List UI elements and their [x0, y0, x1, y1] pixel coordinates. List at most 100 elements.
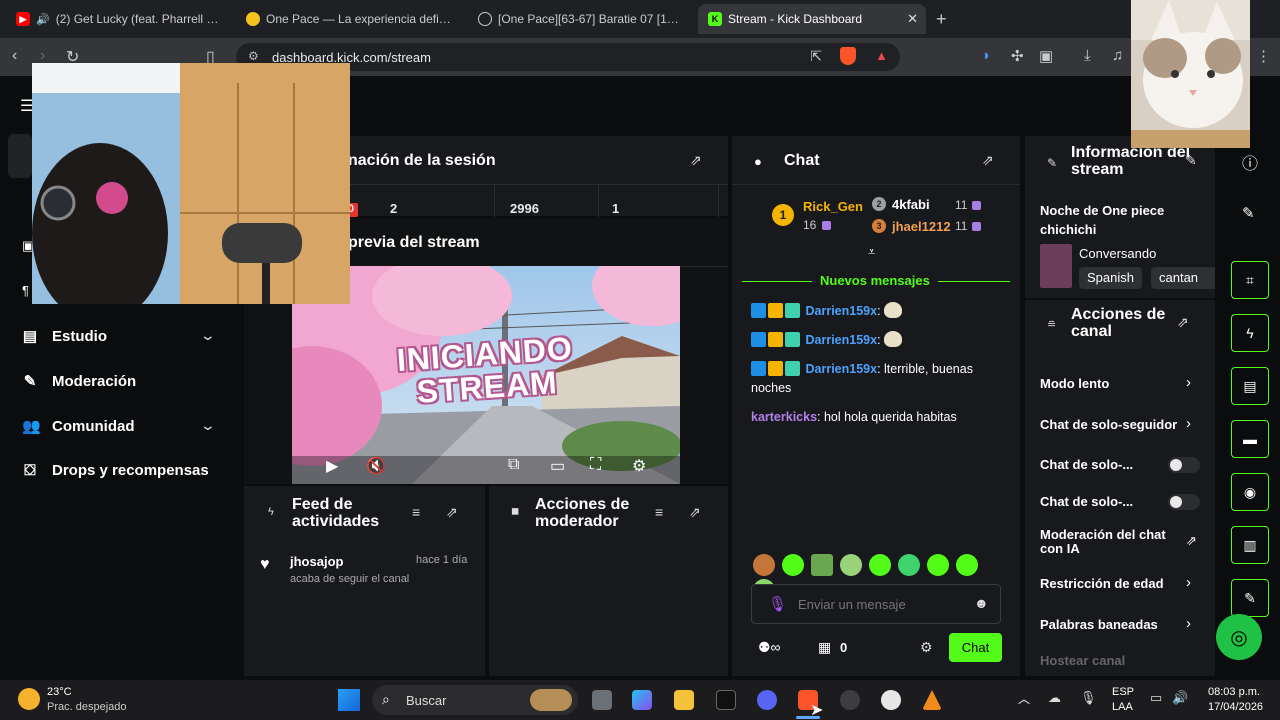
- action-row-host-channel[interactable]: Hostear canal: [1040, 653, 1200, 668]
- language-code[interactable]: ESP: [1112, 686, 1134, 698]
- tab-one-pace[interactable]: One Pace — La experiencia definitiva: [236, 4, 462, 34]
- sidebar-item-drops[interactable]: ⛋ Drops y recompensas: [22, 462, 208, 479]
- tag-chip[interactable]: cantan: [1151, 267, 1215, 289]
- tab-baratie[interactable]: [One Pace][63-67] Baratie 07 [1080p]: [468, 4, 694, 34]
- chat-username[interactable]: Darrien159x: [805, 304, 877, 318]
- media-icon[interactable]: ♫: [1112, 47, 1123, 64]
- collapse-icon[interactable]: ⩡: [868, 244, 875, 260]
- send-chat-button[interactable]: Chat: [949, 633, 1002, 662]
- tag-chip[interactable]: Spanish: [1079, 267, 1142, 289]
- new-tab-icon[interactable]: +: [936, 9, 947, 30]
- chat-message-input[interactable]: [798, 595, 968, 613]
- microphone-icon[interactable]: 🎙: [768, 595, 787, 613]
- action-row-slow-mode[interactable]: Modo lento: [1040, 376, 1200, 391]
- chat-only-toggle[interactable]: [1168, 457, 1200, 473]
- chevron-right-icon[interactable]: ›: [1186, 415, 1191, 432]
- rail-capture-button[interactable]: ⌗: [1231, 261, 1269, 299]
- emote-icon[interactable]: [840, 554, 862, 576]
- chevron-right-icon[interactable]: ›: [1186, 374, 1191, 391]
- rail-chat-button[interactable]: ▬: [1231, 420, 1269, 458]
- emote-icon[interactable]: [782, 554, 804, 576]
- edit-icon[interactable]: ✎: [1185, 152, 1197, 169]
- sidebar-icon[interactable]: ▣: [1039, 47, 1053, 65]
- feed-user[interactable]: jhosajop: [290, 554, 343, 569]
- tray-overflow-icon[interactable]: ︿: [1018, 690, 1030, 707]
- action-row-banned-words[interactable]: Palabras baneadas: [1040, 617, 1200, 632]
- pencil-icon[interactable]: ✎: [1242, 204, 1255, 222]
- network-icon[interactable]: ▭: [1150, 690, 1162, 706]
- support-chat-button[interactable]: ◎: [1216, 614, 1262, 660]
- filter-icon[interactable]: ≡: [655, 504, 663, 520]
- action-row-followers-only[interactable]: Chat de solo-seguidor: [1040, 417, 1180, 432]
- emote-icon[interactable]: [869, 554, 891, 576]
- emote-icon[interactable]: [753, 554, 775, 576]
- sidebar-item-comunidad[interactable]: 👥 Comunidad: [22, 417, 135, 436]
- menu-icon[interactable]: ⋮: [1256, 47, 1271, 65]
- popout-icon[interactable]: ⇗: [446, 504, 458, 521]
- chevron-down-icon[interactable]: ⌄: [200, 417, 216, 434]
- filter-icon[interactable]: ≡: [412, 504, 420, 520]
- sidebar-icon-partial[interactable]: ¶: [22, 283, 29, 298]
- copilot-icon[interactable]: [632, 690, 652, 710]
- emote-icon[interactable]: [811, 554, 833, 576]
- leader-name[interactable]: jhael1212: [892, 219, 951, 234]
- chevron-right-icon[interactable]: ›: [1186, 574, 1191, 591]
- chat-only-toggle[interactable]: [1168, 494, 1200, 510]
- brave-shield-icon[interactable]: [840, 47, 856, 65]
- rail-lightning-button[interactable]: ϟ: [1231, 314, 1269, 352]
- obs-icon[interactable]: [881, 690, 901, 710]
- popout-icon[interactable]: ⇗: [1177, 314, 1189, 331]
- leader-name[interactable]: 4kfabi: [892, 197, 930, 212]
- brave-rewards-icon[interactable]: ▲: [875, 48, 888, 63]
- wallet-icon[interactable]: ◗: [982, 47, 991, 64]
- play-icon[interactable]: ▶: [326, 456, 338, 476]
- chat-input-box[interactable]: 🎙 ☻: [751, 584, 1001, 624]
- action-row-age-restriction[interactable]: Restricción de edad: [1040, 576, 1200, 591]
- tab-youtube[interactable]: ▶ 🔊 (2) Get Lucky (feat. Pharrell Willia: [6, 4, 232, 34]
- onedrive-icon[interactable]: ☁: [1048, 690, 1061, 706]
- extensions-icon[interactable]: ✣: [1011, 47, 1024, 65]
- rail-layout-button[interactable]: ▥: [1231, 526, 1269, 564]
- fullscreen-icon[interactable]: ⛶: [590, 456, 601, 474]
- sidebar-item-moderacion[interactable]: ✎ Moderación: [22, 372, 136, 391]
- popout-icon[interactable]: ⇗: [690, 152, 702, 169]
- task-view-icon[interactable]: [592, 690, 612, 710]
- site-info-icon[interactable]: ⚙: [248, 49, 259, 63]
- rail-tools-button[interactable]: ✎: [1231, 579, 1269, 617]
- info-icon[interactable]: ⓘ: [1242, 150, 1258, 174]
- popout-icon[interactable]: ⇗: [982, 152, 994, 169]
- emoji-icon[interactable]: ☻: [974, 595, 989, 611]
- chat-settings-icon[interactable]: ⚙: [920, 639, 933, 656]
- emote-icon[interactable]: [927, 554, 949, 576]
- taskbar-search[interactable]: ⌕ Buscar: [372, 685, 578, 715]
- pip-icon[interactable]: ⧉: [508, 456, 519, 474]
- share-icon[interactable]: ⇱: [810, 48, 822, 65]
- chevron-right-icon[interactable]: ›: [1186, 615, 1191, 632]
- stream-preview-video[interactable]: INICIANDO STREAM ▶ 🔇 ⧉ ▭ ⛶ ⚙: [292, 266, 680, 484]
- close-icon[interactable]: ✕: [907, 11, 918, 27]
- capcut-icon[interactable]: [716, 690, 736, 710]
- action-row-ai-moderation[interactable]: Moderación del chat con IA: [1040, 528, 1180, 556]
- emote-icon[interactable]: [898, 554, 920, 576]
- category-name[interactable]: Conversando: [1079, 246, 1156, 261]
- chat-username[interactable]: Darrien159x: [805, 333, 877, 347]
- weather-sun-icon[interactable]: [18, 688, 40, 710]
- sidebar-active-item[interactable]: [8, 134, 32, 178]
- back-icon[interactable]: ‹: [12, 47, 17, 65]
- weather-temp[interactable]: 23°C: [47, 686, 72, 698]
- gift-box-icon[interactable]: ▦: [818, 639, 831, 656]
- speaker-icon[interactable]: 🔊: [36, 13, 50, 26]
- leader-name[interactable]: Rick_Gen: [803, 199, 863, 214]
- microphone-icon[interactable]: 🎙: [1080, 690, 1097, 706]
- rail-broadcast-button[interactable]: ◉: [1231, 473, 1269, 511]
- clock-time[interactable]: 08:03 p.m.: [1208, 686, 1260, 698]
- vlc-icon[interactable]: [922, 690, 942, 710]
- external-link-icon[interactable]: ⇗: [1186, 533, 1197, 549]
- popout-icon[interactable]: ⇗: [689, 504, 701, 521]
- rail-document-button[interactable]: ▤: [1231, 367, 1269, 405]
- discord-icon[interactable]: [757, 690, 777, 710]
- chat-username[interactable]: Darrien159x: [805, 362, 877, 376]
- file-explorer-icon[interactable]: [674, 690, 694, 710]
- mute-icon[interactable]: 🔇: [366, 456, 386, 476]
- settings-icon[interactable]: ⚙: [632, 456, 646, 476]
